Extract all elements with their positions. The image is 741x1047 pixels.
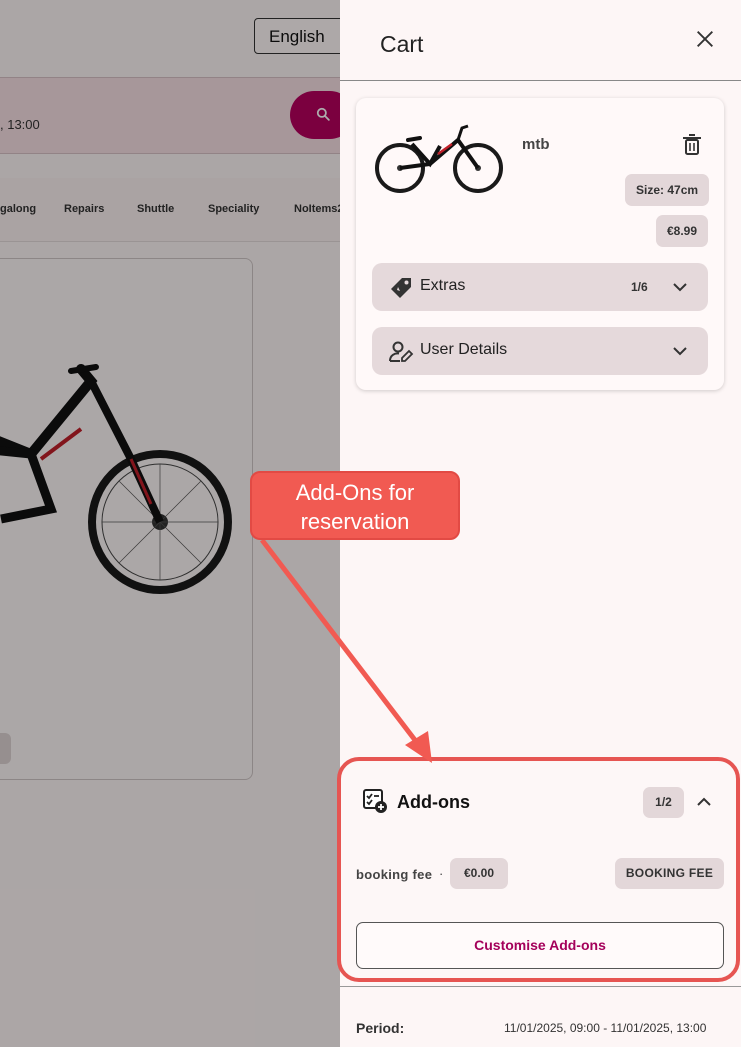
callout-line-2: reservation — [300, 509, 410, 534]
annotation-callout: Add-Ons for reservation — [250, 471, 460, 540]
callout-line-1: Add-Ons for — [295, 480, 415, 505]
